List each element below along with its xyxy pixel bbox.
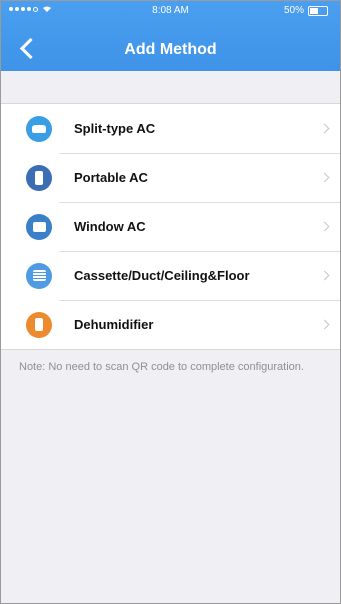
method-label: Dehumidifier <box>74 317 154 332</box>
dehumidifier-icon <box>26 311 52 338</box>
method-portable-ac[interactable]: Portable AC <box>1 153 340 202</box>
method-list: Split-type AC Portable AC Window AC Cass… <box>1 103 340 350</box>
battery-indicator: 50% <box>284 5 328 16</box>
status-bar: 8:08 AM 50% <box>1 1 340 21</box>
method-split-type-ac[interactable]: Split-type AC <box>1 104 340 153</box>
chevron-right-icon <box>319 270 330 281</box>
chevron-right-icon <box>319 221 330 232</box>
method-cassette-duct-ceiling-floor[interactable]: Cassette/Duct/Ceiling&Floor <box>1 251 340 300</box>
portable-ac-icon <box>26 164 52 191</box>
battery-percent: 50% <box>283 5 304 16</box>
split-ac-icon <box>26 115 52 142</box>
chevron-right-icon <box>319 123 330 134</box>
method-label: Window AC <box>74 219 146 234</box>
chevron-right-icon <box>319 319 330 330</box>
chevron-right-icon <box>319 172 330 183</box>
configuration-note: Note: No need to scan QR code to complet… <box>19 361 304 373</box>
method-dehumidifier[interactable]: Dehumidifier <box>1 300 340 349</box>
navigation-bar: 8:08 AM 50% Add Method <box>1 1 340 71</box>
cassette-ac-icon <box>26 262 52 289</box>
page-title: Add Method <box>124 41 217 58</box>
battery-icon <box>308 5 328 16</box>
app-screen: 8:08 AM 50% Add Method Split-type AC Por… <box>0 0 341 604</box>
window-ac-icon <box>26 213 52 240</box>
method-window-ac[interactable]: Window AC <box>1 202 340 251</box>
method-label: Portable AC <box>74 170 148 185</box>
method-label: Split-type AC <box>74 121 156 136</box>
method-label: Cassette/Duct/Ceiling&Floor <box>74 268 250 283</box>
